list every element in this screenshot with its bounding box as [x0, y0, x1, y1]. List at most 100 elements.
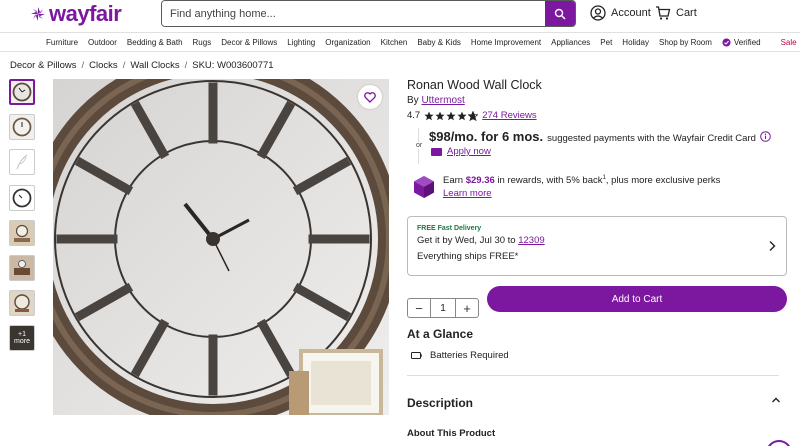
rewards-amount: $29.36 [465, 175, 495, 187]
thumbnail-6[interactable] [9, 254, 35, 281]
batteries-label: Batteries Required [430, 350, 509, 361]
nav-item-rugs[interactable]: Rugs [193, 38, 212, 47]
star-rating [424, 110, 479, 121]
search-input[interactable] [162, 1, 545, 26]
nav-item-organization[interactable]: Organization [325, 38, 370, 47]
search-icon [554, 8, 566, 20]
chat-help-button[interactable] [766, 440, 792, 446]
add-to-cart-button[interactable]: Add to Cart [487, 286, 787, 312]
quantity-decrease-button[interactable]: − [408, 301, 430, 316]
star-half-icon [468, 110, 479, 121]
delivery-card[interactable]: FREE Fast Delivery Get it by Wed, Jul 30… [407, 216, 787, 276]
apply-now-link[interactable]: Apply now [447, 146, 491, 157]
clock-thumbnail-image [12, 117, 32, 137]
thumbnail-3[interactable] [9, 149, 35, 176]
star-icon [446, 111, 456, 120]
nav-item-decor-pillows[interactable]: Decor & Pillows [221, 38, 277, 47]
delivery-date: Get it by Wed, Jul 30 to 12309 [417, 235, 777, 246]
thumbnail-more[interactable]: +1 more [9, 325, 35, 352]
brand-link[interactable]: Uttermost [421, 95, 464, 106]
more-label: more [14, 338, 30, 346]
nav-item-lighting[interactable]: Lighting [287, 38, 315, 47]
rewards-gem-icon [414, 176, 434, 198]
nav-item-furniture[interactable]: Furniture [46, 38, 78, 47]
breadcrumb-separator: / [81, 60, 85, 71]
account-button[interactable]: Account [590, 5, 651, 21]
about-this-product-heading: About This Product [407, 428, 496, 439]
apply-now-row: Apply now [431, 146, 491, 157]
nav-item-outdoor[interactable]: Outdoor [88, 38, 117, 47]
favorite-button[interactable] [358, 85, 382, 109]
rewards-offer: Earn $29.36 in rewards, with 5% back1, p… [413, 175, 720, 199]
nav-item-bedding-bath[interactable]: Bedding & Bath [127, 38, 183, 47]
at-a-glance-heading: At a Glance [407, 327, 474, 341]
zip-code-link[interactable]: 12309 [518, 235, 544, 246]
chevron-right-icon [769, 241, 776, 251]
rewards-prefix: Earn [443, 175, 464, 187]
thumbnail-2[interactable] [9, 114, 35, 141]
product-byline: By Uttermost [407, 95, 465, 106]
star-icon [457, 111, 467, 120]
nav-item-appliances[interactable]: Appliances [551, 38, 590, 47]
rating-row: 4.7 274 Reviews [407, 110, 537, 121]
verified-badge-icon [722, 37, 731, 47]
rewards-end: , plus more exclusive perks [605, 175, 721, 187]
credit-card-icon [431, 147, 442, 156]
clock-thumbnail-image [12, 188, 32, 207]
wayfair-logo[interactable]: wayfair [30, 1, 122, 26]
or-label: or [416, 142, 423, 149]
breadcrumb-decor-pillows[interactable]: Decor & Pillows [10, 60, 77, 71]
rewards-text: Earn $29.36 in rewards, with 5% back1, p… [443, 175, 720, 199]
room-thumbnail-image [14, 294, 30, 313]
thumbnail-7[interactable] [9, 290, 35, 317]
thumbnail-4[interactable] [9, 184, 35, 211]
nav-item-kitchen[interactable]: Kitchen [381, 38, 408, 47]
info-icon[interactable] [760, 131, 771, 142]
chevron-up-icon[interactable] [771, 396, 781, 404]
thumbnail-5[interactable] [9, 219, 35, 246]
learn-more-link[interactable]: Learn more [443, 188, 492, 199]
heart-icon [364, 91, 376, 103]
cart-icon [656, 6, 671, 20]
thumbnail-1[interactable] [9, 79, 35, 105]
clock-thumbnail-image [12, 82, 32, 102]
star-icon [435, 111, 445, 120]
search-button[interactable] [545, 1, 575, 26]
nav-item-pet[interactable]: Pet [600, 38, 612, 47]
breadcrumb-clocks[interactable]: Clocks [89, 60, 118, 71]
description-heading[interactable]: Description [407, 396, 473, 410]
cart-label: Cart [676, 7, 697, 19]
reviews-link[interactable]: 274 Reviews [482, 110, 536, 121]
nav-item-shop-by-room[interactable]: Shop by Room [659, 38, 712, 47]
quantity-increase-button[interactable]: + [456, 301, 478, 316]
cart-button[interactable]: Cart [655, 5, 697, 21]
product-main-image[interactable] [53, 79, 389, 415]
rating-value: 4.7 [407, 110, 421, 121]
nav-item-sale[interactable]: Sale [781, 38, 797, 47]
sku-label: SKU: W003600771 [192, 60, 274, 71]
breadcrumb-wall-clocks[interactable]: Wall Clocks [130, 60, 179, 71]
batteries-feature: Batteries Required [411, 350, 509, 361]
room-thumbnail-image [14, 224, 30, 242]
nav-item-baby-kids[interactable]: Baby & Kids [417, 38, 461, 47]
category-nav: Furniture Outdoor Bedding & Bath Rugs De… [0, 32, 800, 52]
wall-clock-image [53, 79, 389, 415]
nav-item-verified[interactable]: Verified [722, 38, 771, 47]
free-shipping-note: Everything ships FREE* [417, 251, 519, 262]
logo-text: wayfair [49, 1, 122, 26]
free-delivery-tag: FREE Fast Delivery [417, 225, 482, 232]
quantity-value[interactable]: 1 [430, 299, 456, 317]
thumbnail-list: +1 more [9, 79, 36, 361]
wayfair-pinwheel-icon [31, 7, 45, 21]
breadcrumb: Decor & Pillows / Clocks / Wall Clocks /… [10, 60, 274, 71]
more-count: +1 [18, 331, 26, 339]
nav-item-holiday[interactable]: Holiday [622, 38, 649, 47]
section-divider [407, 375, 779, 376]
delivery-date-text: Get it by Wed, Jul 30 to [417, 235, 516, 246]
product-title: Ronan Wood Wall Clock [407, 78, 542, 92]
monthly-price: $98/mo. for 6 mos. [429, 129, 544, 144]
quantity-stepper: − 1 + [407, 298, 479, 318]
nav-item-home-improvement[interactable]: Home Improvement [471, 38, 541, 47]
account-label: Account [611, 7, 651, 19]
search-bar [161, 0, 576, 27]
